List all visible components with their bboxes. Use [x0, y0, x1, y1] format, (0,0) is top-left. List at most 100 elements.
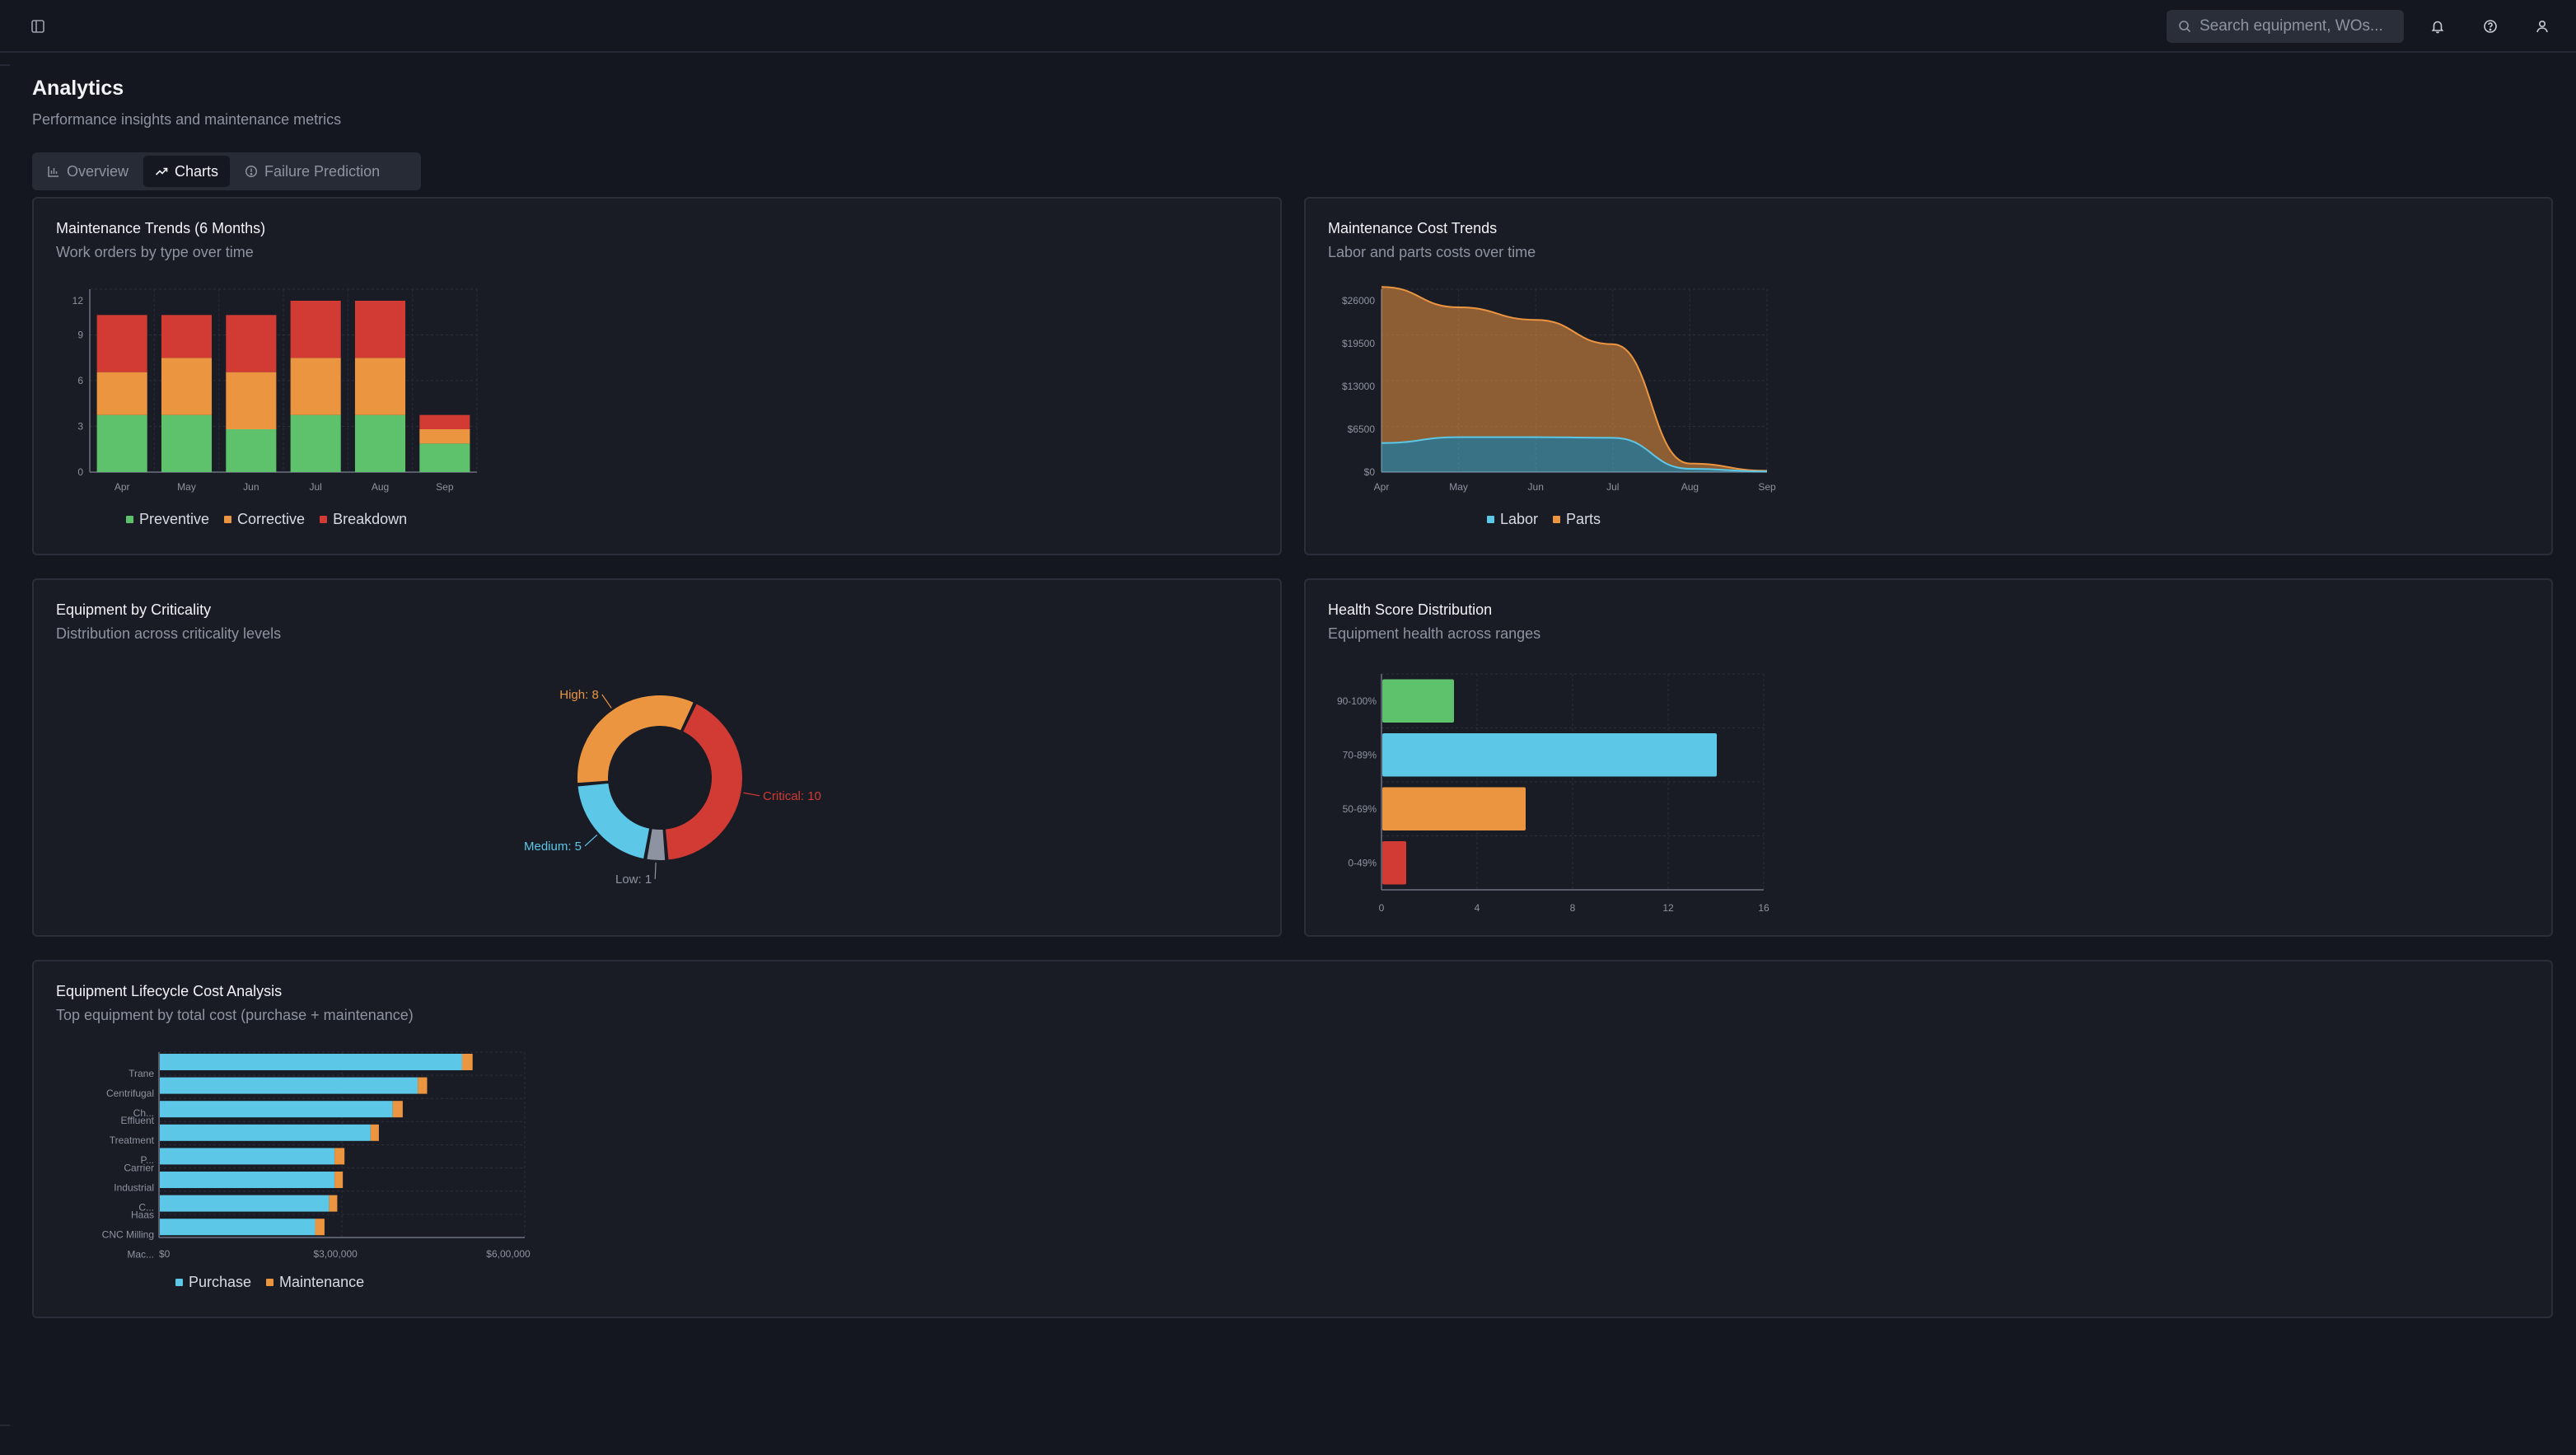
- trending-up-icon: [155, 167, 168, 175]
- legend-item-preventive: Preventive: [126, 511, 209, 528]
- user-icon[interactable]: [2531, 15, 2554, 38]
- y-tick-label: Effluent: [121, 1115, 155, 1126]
- bar-segment: [161, 414, 213, 472]
- tab-charts[interactable]: Charts: [143, 156, 231, 187]
- slice-label-leader: [584, 834, 598, 847]
- maintenance-bar: [334, 1172, 344, 1188]
- purchase-bar: [160, 1101, 393, 1118]
- bar-segment: [354, 358, 406, 415]
- left-rail: [0, 53, 10, 1455]
- card-title: Equipment Lifecycle Cost Analysis: [56, 983, 283, 999]
- maintenance-bar: [461, 1054, 473, 1070]
- x-tick-label: 16: [1758, 902, 1770, 914]
- y-tick-label: 0-49%: [1348, 857, 1377, 868]
- bar-segment: [96, 414, 147, 472]
- bar-segment: [290, 358, 341, 415]
- top-bar: [0, 0, 2576, 53]
- card-title: Maintenance Cost Trends: [1328, 220, 1498, 236]
- bell-icon[interactable]: [2426, 15, 2449, 38]
- tab-label: Charts: [175, 162, 219, 180]
- search-input[interactable]: [2200, 17, 2397, 35]
- legend-item-purchase: Purchase: [175, 1274, 251, 1291]
- y-tick-label: Industrial: [114, 1181, 154, 1193]
- card-title: Health Score Distribution: [1328, 601, 1493, 618]
- y-tick-label: Trane: [129, 1068, 154, 1079]
- x-tick-label: Sep: [436, 481, 454, 493]
- bar-segment: [290, 414, 341, 472]
- maintenance-bar: [334, 1148, 345, 1165]
- x-tick-label: $6,00,000: [486, 1248, 531, 1260]
- maintenance-bar: [392, 1101, 403, 1118]
- health-score-chart: 90-100% 70-89% 50-69% 0-49% 0 4 8 12 16: [1337, 673, 1770, 914]
- slice-label-leader: [654, 862, 657, 879]
- tab-bar: Overview Charts Failure Prediction: [32, 152, 421, 190]
- page-title: Analytics: [32, 77, 124, 100]
- legend-item-breakdown: Breakdown: [320, 511, 407, 528]
- tab-label: Failure Prediction: [264, 162, 381, 180]
- health-bar: [1382, 733, 1717, 777]
- card-subtitle: Top equipment by total cost (purchase + …: [56, 1007, 414, 1023]
- x-tick-label: Jul: [1606, 481, 1619, 493]
- legend-item-parts: Parts: [1553, 511, 1601, 528]
- card-title: Equipment by Criticality: [56, 601, 212, 618]
- purchase-bar: [160, 1172, 335, 1188]
- card-subtitle: Work orders by type over time: [56, 244, 254, 260]
- tab-label: Overview: [67, 162, 129, 180]
- y-tick-label: 9: [77, 330, 83, 341]
- x-tick-label: 0: [1379, 902, 1385, 914]
- x-tick-label: Sep: [1758, 481, 1776, 493]
- card-health-score: Health Score Distribution Equipment heal…: [1304, 578, 2553, 937]
- slice-label: Medium: 5: [524, 840, 582, 854]
- sidebar-toggle-icon[interactable]: [26, 15, 49, 38]
- purchase-bar: [160, 1054, 462, 1070]
- card-subtitle: Equipment health across ranges: [1328, 625, 1541, 642]
- y-tick-label: 6: [77, 375, 83, 386]
- card-equipment-criticality: Equipment by Criticality Distribution ac…: [32, 578, 1282, 937]
- y-tick-label: Haas: [131, 1209, 154, 1221]
- card-subtitle: Labor and parts costs over time: [1328, 244, 1536, 260]
- x-tick-label: Jul: [309, 481, 321, 493]
- bar-segment: [96, 372, 147, 415]
- lifecycle-cost-chart: TraneCentrifugalCh...EffluentTreatmentP.…: [102, 1051, 531, 1261]
- help-circle-icon[interactable]: [2479, 15, 2502, 38]
- legend: Labor Parts: [1487, 511, 1601, 528]
- page-subtitle: Performance insights and maintenance met…: [32, 111, 342, 128]
- y-tick-label: 12: [72, 295, 84, 306]
- bar-segment: [161, 315, 213, 358]
- tab-overview[interactable]: Overview: [35, 156, 140, 187]
- bar-segment: [290, 301, 341, 358]
- bar-chart-icon: [48, 166, 58, 177]
- slice-label: Low: 1: [615, 873, 652, 887]
- card-lifecycle-cost: Equipment Lifecycle Cost Analysis Top eq…: [32, 960, 2553, 1318]
- maintenance-trends-chart: 0 3 6 9 12 Apr May Jun Jul Aug Sep: [72, 288, 478, 493]
- legend: Purchase Maintenance: [175, 1274, 364, 1291]
- donut-slice: [576, 694, 696, 785]
- card-subtitle: Distribution across criticality levels: [56, 625, 282, 642]
- legend: Preventive Corrective Breakdown: [126, 511, 407, 528]
- bar-segment: [354, 414, 406, 472]
- legend-item-corrective: Corrective: [224, 511, 305, 528]
- x-tick-label: Aug: [1681, 481, 1699, 493]
- alert-circle-icon: [245, 165, 258, 178]
- health-bar: [1382, 787, 1526, 830]
- y-tick-label: 3: [77, 421, 83, 433]
- search-box[interactable]: [2167, 10, 2404, 43]
- maintenance-bar: [315, 1219, 325, 1236]
- y-tick-label: Treatment: [110, 1135, 155, 1146]
- x-tick-label: 4: [1475, 902, 1480, 914]
- maintenance-bar: [418, 1077, 428, 1094]
- bar-segment: [96, 315, 147, 372]
- slice-label-leader: [743, 792, 760, 797]
- x-tick-label: May: [177, 481, 196, 493]
- slice-label: Critical: 10: [763, 789, 821, 803]
- bar-segment: [161, 358, 213, 415]
- health-bar: [1382, 841, 1406, 885]
- slice-label: High: 8: [559, 688, 599, 702]
- bar-segment: [419, 443, 470, 472]
- purchase-bar: [160, 1219, 316, 1236]
- donut-slice: [576, 781, 652, 861]
- tab-failure-prediction[interactable]: Failure Prediction: [233, 156, 391, 187]
- y-tick-label: $6500: [1348, 423, 1376, 435]
- y-tick-label: Centrifugal: [106, 1088, 154, 1099]
- card-maintenance-cost-trends: Maintenance Cost Trends Labor and parts …: [1304, 197, 2553, 555]
